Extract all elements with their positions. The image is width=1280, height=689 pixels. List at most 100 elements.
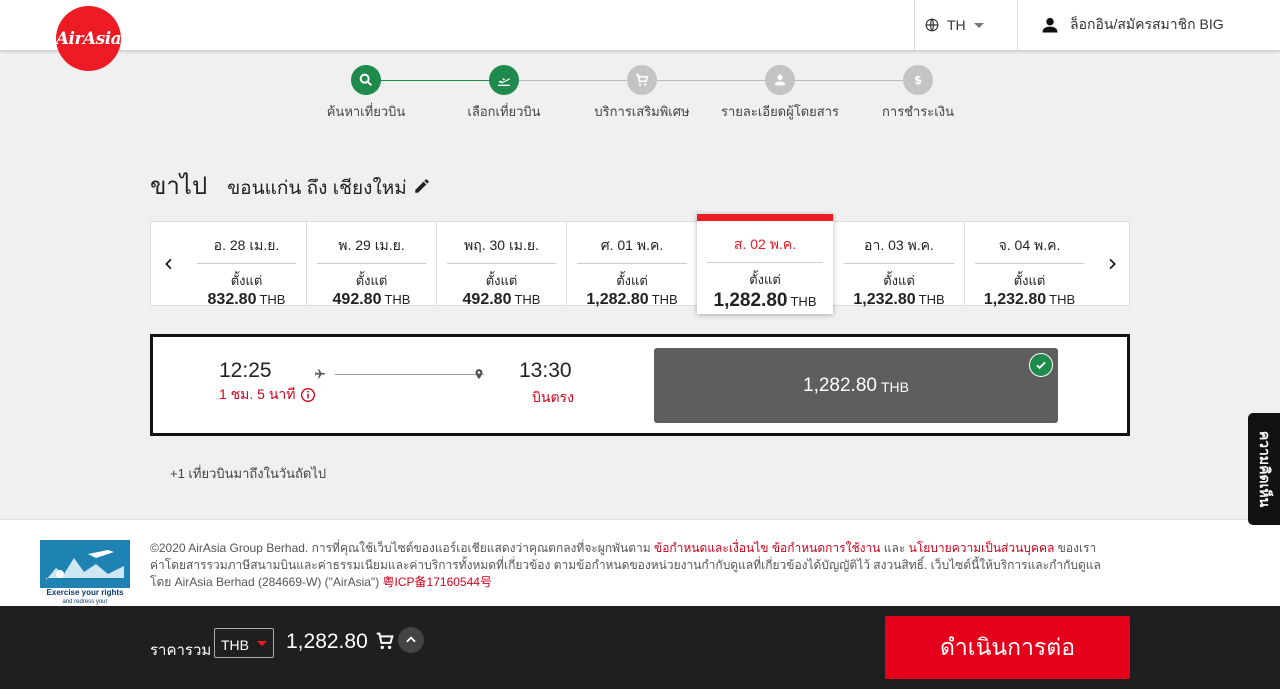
step-label: ค้นหาเที่ยวบิน xyxy=(326,104,406,119)
step-extras: บริการเสริมพิเศษ xyxy=(572,64,712,122)
step-dot: $ xyxy=(903,65,933,95)
search-icon xyxy=(359,73,373,87)
date-label: จ. 04 พ.ค. xyxy=(975,222,1084,264)
date-label: ศ. 01 พ.ค. xyxy=(577,222,687,264)
route-line xyxy=(335,374,484,375)
step-dot xyxy=(765,65,795,95)
total-amount: 1,282.80 xyxy=(286,630,368,653)
date-label: ส. 02 พ.ค. xyxy=(707,221,823,263)
date-label: พ. 29 เม.ย. xyxy=(317,222,426,264)
step-label: การชำระเงิน xyxy=(882,104,954,119)
date-option[interactable]: พ. 29 เม.ย. ตั้งแต่ 492.80 THB xyxy=(307,222,436,308)
step-dot xyxy=(351,65,381,95)
date-price: 1,282.80 THB xyxy=(713,290,817,311)
date-price: 492.80 THB xyxy=(332,291,411,308)
origin-destination: ขอนแก่น ถึง เชียงใหม่ xyxy=(227,178,407,199)
from-label: ตั้งแต่ xyxy=(355,273,388,288)
step-passenger-details: รายละเอียดผู้โดยสาร xyxy=(710,64,850,122)
info-icon[interactable] xyxy=(300,387,316,403)
arrive-time: 13:30 xyxy=(519,359,572,382)
step-label: บริการเสริมพิเศษ xyxy=(594,104,690,119)
cart-icon xyxy=(376,632,394,650)
header: TH ล็อกอิน/สมัครสมาชิก BIG xyxy=(0,0,1280,50)
date-option-selected[interactable]: ส. 02 พ.ค. ตั้งแต่ 1,282.80 THB xyxy=(697,214,833,314)
date-label: อา. 03 พ.ค. xyxy=(844,222,954,264)
step-search-flight[interactable]: ค้นหาเที่ยวบิน xyxy=(296,64,436,122)
currency-value: THB xyxy=(221,637,249,653)
total-label: ราคารวม xyxy=(150,642,212,659)
chevron-left-icon xyxy=(165,258,172,269)
date-option[interactable]: พฤ. 30 เม.ย. ตั้งแต่ 492.80 THB xyxy=(437,222,566,308)
prev-dates-button[interactable] xyxy=(151,222,187,305)
person-icon xyxy=(774,74,786,86)
direct-flight-label: บินตรง xyxy=(532,389,574,405)
continue-button[interactable]: ดำเนินการต่อ xyxy=(885,616,1130,679)
edit-pencil-icon[interactable] xyxy=(413,177,431,195)
language-selector[interactable]: TH xyxy=(914,0,1018,50)
globe-icon xyxy=(925,18,939,32)
duration-text: 1 ชม. 5 นาที xyxy=(219,386,296,402)
from-label: ตั้งแต่ xyxy=(230,273,263,288)
logo-text: AirAsia xyxy=(55,28,122,49)
icp-link[interactable]: 粤ICP备17160544号 xyxy=(383,575,492,589)
login-label: ล็อกอิน/สมัครสมาชิก BIG xyxy=(1070,16,1224,32)
date-price: 832.80 THB xyxy=(207,291,286,308)
from-label: ตั้งแต่ xyxy=(883,273,915,288)
cart-icon xyxy=(636,73,649,86)
date-price: 1,232.80 THB xyxy=(983,291,1076,308)
fare-option-selected[interactable]: 1,282.80 THB xyxy=(654,348,1058,423)
chevron-up-icon xyxy=(406,636,416,643)
privacy-policy-link[interactable]: นโยบายความเป็นส่วนบุคคล xyxy=(909,541,1055,555)
feedback-label: ความคิดเห็น xyxy=(1257,430,1273,508)
date-selector: อ. 28 เม.ย. ตั้งแต่ 832.80 THB พ. 29 เม.ย… xyxy=(150,214,1130,314)
language-label: TH xyxy=(947,17,966,33)
flight-duration: 1 ชม. 5 นาที xyxy=(219,384,316,406)
step-dot xyxy=(627,65,657,95)
date-option[interactable]: อา. 03 พ.ค. ตั้งแต่ 1,232.80 THB xyxy=(834,222,964,308)
chevron-right-icon xyxy=(1109,258,1116,269)
from-label: ตั้งแต่ xyxy=(1013,273,1046,288)
terms-link[interactable]: ข้อกำหนดและเงื่อนไข xyxy=(654,541,768,555)
price-summary-bar: ราคารวม THB 1,282.80 ดำเนินการต่อ xyxy=(0,606,1280,689)
date-option[interactable]: ศ. 01 พ.ค. ตั้งแต่ 1,282.80 THB xyxy=(567,222,697,308)
step-dot xyxy=(489,65,519,95)
badge-graphic xyxy=(40,540,130,588)
date-option[interactable]: จ. 04 พ.ค. ตั้งแต่ 1,232.80 THB xyxy=(965,222,1094,308)
date-price: 492.80 THB xyxy=(462,291,541,308)
from-label: ตั้งแต่ xyxy=(749,272,781,287)
consumer-rights-badge[interactable]: Exercise your rights and redress your xyxy=(40,540,130,609)
next-day-note: +1 เที่ยวบินมาถึงในวันถัดไป xyxy=(170,466,327,481)
depart-time: 12:25 xyxy=(219,359,272,382)
terms-of-use-link[interactable]: ข้อกำหนดการใช้งาน xyxy=(772,541,881,555)
step-payment: $ การชำระเงิน xyxy=(848,64,988,122)
from-label: ตั้งแต่ xyxy=(616,273,648,288)
from-label: ตั้งแต่ xyxy=(485,273,518,288)
footer: Exercise your rights and redress your ©2… xyxy=(0,519,1280,609)
login-button[interactable]: ล็อกอิน/สมัครสมาชิก BIG xyxy=(1040,0,1224,50)
date-price: 1,282.80 THB xyxy=(586,291,678,308)
fare-amount: 1,282.80 xyxy=(803,374,877,396)
step-select-flight[interactable]: เลือกเที่ยวบิน xyxy=(434,64,574,122)
legal-text: ©2020 AirAsia Group Berhad. การที่คุณใช้… xyxy=(150,541,1101,589)
airasia-logo[interactable]: AirAsia xyxy=(55,6,122,71)
date-label: อ. 28 เม.ย. xyxy=(197,222,296,264)
dollar-icon: $ xyxy=(914,73,922,87)
check-icon xyxy=(1029,353,1053,377)
person-icon xyxy=(1042,17,1058,33)
svg-text:$: $ xyxy=(914,73,922,87)
next-dates-button[interactable] xyxy=(1094,222,1130,305)
booking-stepper: ค้นหาเที่ยวบิน เลือกเที่ยวบิน บริการเสริ… xyxy=(296,64,986,124)
flight-departure-icon xyxy=(498,78,510,86)
date-price: 1,232.80 THB xyxy=(853,291,945,308)
location-pin-icon xyxy=(475,369,483,379)
date-option[interactable]: อ. 28 เม.ย. ตั้งแต่ 832.80 THB xyxy=(187,222,306,308)
step-label: รายละเอียดผู้โดยสาร xyxy=(720,104,840,119)
expand-summary-button[interactable] xyxy=(398,627,424,653)
date-label: พฤ. 30 เม.ย. xyxy=(447,222,556,264)
leg-label: ขาไป xyxy=(150,173,208,200)
step-label: เลือกเที่ยวบิน xyxy=(467,104,541,119)
route-heading: ขาไป ขอนแก่น ถึง เชียงใหม่ xyxy=(150,166,431,205)
flight-option-card[interactable]: 12:25 1 ชม. 5 นาที 13:30 บินตรง 1,282.80… xyxy=(150,334,1130,436)
feedback-tab[interactable]: ความคิดเห็น xyxy=(1248,413,1280,525)
currency-select[interactable]: THB xyxy=(214,628,274,658)
